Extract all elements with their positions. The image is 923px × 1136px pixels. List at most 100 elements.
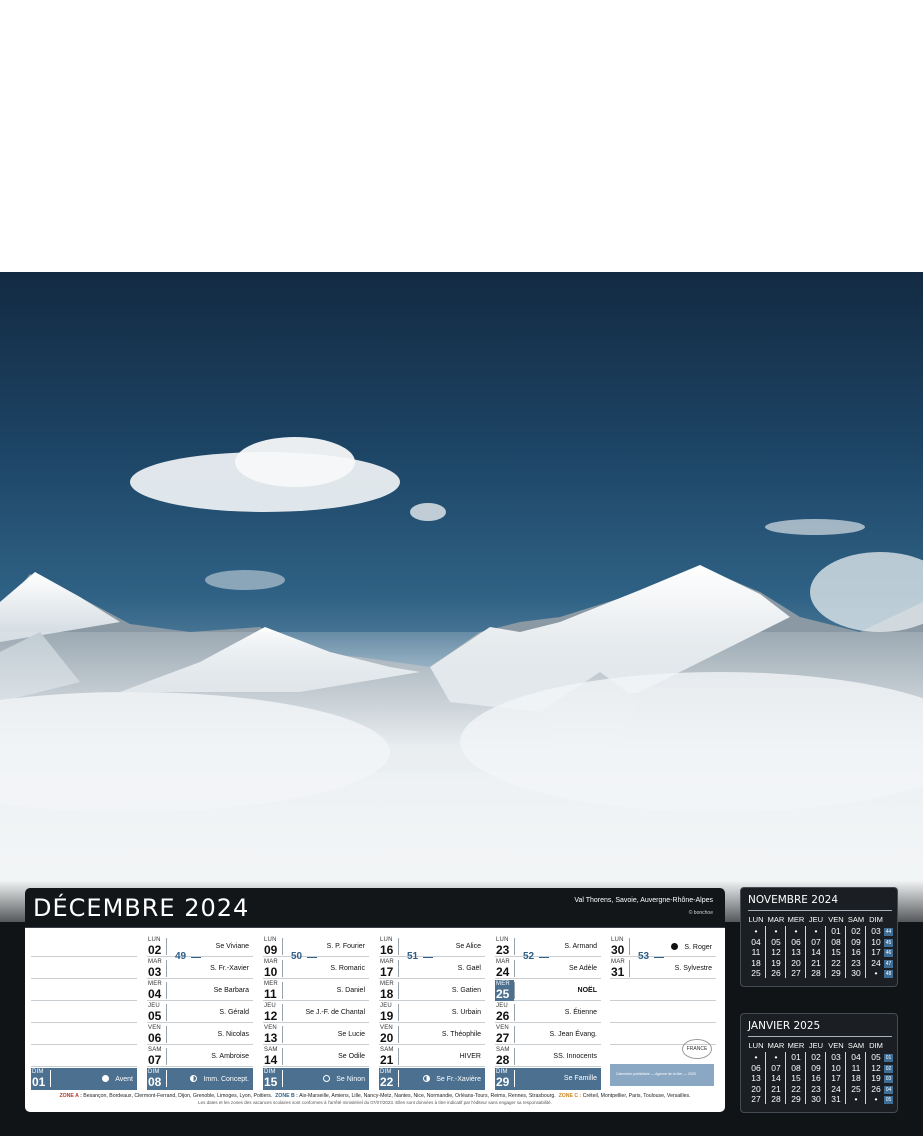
day-divider — [629, 938, 630, 955]
saint-name: Imm. Concept. — [190, 1075, 249, 1083]
saint-name: S. P. Fourier — [327, 943, 365, 950]
saint-text: Se Lucie — [337, 1031, 365, 1038]
day-number: 31 — [611, 965, 625, 979]
mini-week-number: 44 — [884, 928, 893, 936]
day-label-box: JEU 12 — [263, 1002, 282, 1023]
day-label-box: MAR 03 — [147, 958, 166, 979]
day-number: 13 — [264, 1031, 278, 1045]
day-row: LUN 09 S. P. Fourier — [263, 936, 369, 957]
week-number: 52 — [523, 951, 535, 962]
day-divider — [166, 1070, 167, 1087]
day-label-box: JEU 26 — [495, 1002, 514, 1023]
mini-day-cell: 08 — [791, 1062, 801, 1073]
day-row: DIM 08 Imm. Concept. — [147, 1068, 253, 1090]
day-divider — [282, 1070, 283, 1087]
mini-week-number: 03 — [884, 1075, 893, 1083]
saint-name: S. Roger — [671, 943, 712, 951]
mini-weekday-header: MER — [787, 1041, 805, 1050]
mini-day-cell: • — [774, 926, 778, 936]
day-divider — [514, 1070, 515, 1087]
day-divider — [282, 960, 283, 977]
mini-week-number: 02 — [884, 1064, 893, 1073]
day-divider — [50, 1070, 51, 1087]
mini-weekday-header: JEU — [808, 1041, 824, 1050]
mini-day-cell: 24 — [831, 1083, 841, 1094]
mini-weekday-header: SAM — [847, 1041, 865, 1050]
mini-weekday-header: DIM — [869, 1041, 883, 1050]
day-label-box: MAR 31 — [610, 958, 629, 979]
day-label-box: MER 11 — [263, 980, 282, 1001]
day-row: DIM 01 Avent — [31, 1068, 137, 1090]
mini-day-cell: 24 — [871, 957, 881, 968]
mini-day-cell: • — [814, 926, 818, 936]
day-number: 07 — [148, 1053, 162, 1067]
day-divider — [282, 982, 283, 999]
day-divider — [514, 982, 515, 999]
mini-weekday-header: VEN — [828, 915, 844, 924]
saint-name: S. Urbain — [452, 1009, 481, 1016]
mini-day-cell: 23 — [851, 957, 861, 968]
mini-day-cell: 07 — [771, 1062, 781, 1073]
mini-day-cell: 21 — [811, 957, 821, 968]
mini-day-cell: 31 — [831, 1094, 841, 1104]
day-column: LUN 16 Se Alice MAR 17 S. Gaël MER 18 S. Gatien J… — [379, 936, 485, 1090]
saint-text: Se Fr.-Xavière — [436, 1076, 481, 1083]
day-divider — [398, 938, 399, 955]
moon-phase-icon — [323, 1075, 331, 1082]
day-number: 03 — [148, 965, 162, 979]
calendar-header: DÉCEMBRE 2024 Val Thorens, Savoie, Auver… — [25, 888, 725, 928]
mini-day-cell: 18 — [851, 1073, 861, 1083]
saint-name: NOËL — [578, 987, 597, 994]
day-label-box: MAR 10 — [263, 958, 282, 979]
week-line — [307, 957, 317, 958]
day-label-box: SAM 14 — [263, 1046, 282, 1067]
saint-name: S. Ambroise — [211, 1053, 249, 1060]
saint-name: S. Gaël — [458, 965, 481, 972]
day-row: JEU 05 S. Gérald — [147, 1002, 253, 1023]
saint-text: S. Gaël — [457, 965, 481, 972]
day-row: MER 18 S. Gatien — [379, 980, 485, 1001]
mini-day-cell: 23 — [811, 1083, 821, 1094]
day-divider — [166, 982, 167, 999]
saint-name: Se Adèle — [569, 965, 597, 972]
saint-name: S. Théophile — [442, 1031, 481, 1038]
mini-weekday-header: LUN — [748, 1041, 764, 1050]
week-number: 53 — [638, 951, 650, 962]
day-row: JEU 12 Se J.-F. de Chantal — [263, 1002, 369, 1023]
day-row: DIM 22 Se Fr.-Xavière — [379, 1068, 485, 1090]
mini-day-cell: 16 — [811, 1073, 821, 1083]
day-row: LUN 30 S. Roger — [610, 936, 716, 957]
empty-day-row — [31, 958, 137, 979]
day-number: 28 — [496, 1053, 510, 1067]
day-number: 24 — [496, 965, 510, 979]
day-label-box: VEN 13 — [263, 1024, 282, 1045]
week-line — [539, 957, 549, 958]
day-divider — [629, 960, 630, 977]
day-label-box: MAR 17 — [379, 958, 398, 979]
day-number: 21 — [380, 1053, 394, 1067]
mini-day-cell: 03 — [871, 926, 881, 936]
zone-a-cities: Besançon, Bordeaux, Clermont-Ferrand, Di… — [83, 1093, 273, 1099]
saint-name: Se J.-F. de Chantal — [305, 1009, 365, 1016]
empty-day-row — [31, 980, 137, 1001]
mini-weekday-header: MAR — [767, 915, 785, 924]
mini-calendar-rule — [748, 1036, 892, 1037]
saint-name: Se Famille — [564, 1075, 597, 1082]
saint-text: HIVER — [459, 1053, 481, 1060]
day-column: LUN 02 Se Viviane MAR 03 S. Fr.-Xavier MER 04 Se… — [147, 936, 253, 1090]
day-column: LUN 30 S. Roger MAR 31 S. Sylvestre FRANCE Cale… — [610, 936, 716, 1088]
day-label-box: MER 25 — [495, 980, 514, 1001]
saint-text: S. Jean Évang. — [549, 1031, 597, 1038]
day-divider — [282, 1026, 283, 1043]
day-number: 06 — [148, 1031, 162, 1045]
mini-day-cell: 15 — [791, 1073, 801, 1083]
day-divider — [514, 1026, 515, 1043]
mini-day-cell: • — [754, 1052, 758, 1062]
day-label-box: LUN 02 — [147, 936, 166, 957]
day-number: 04 — [148, 987, 162, 1001]
mini-weekday-header: MAR — [767, 1041, 785, 1050]
empty-day-row — [610, 1002, 716, 1023]
saint-name: SS. Innocents — [553, 1053, 597, 1060]
day-number: 19 — [380, 1009, 394, 1023]
mini-calendar-next-month: JANVIER 2025 LUN MAR MER JEU VEN SAM DIM • • 01 02 0… — [740, 1013, 898, 1113]
